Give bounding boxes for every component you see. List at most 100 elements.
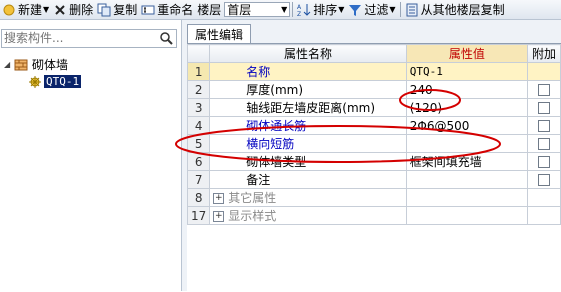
search-icon[interactable] [159,31,174,46]
tab-property-edit[interactable]: 属性编辑 [187,24,251,43]
floor-label: 楼层 [197,3,222,17]
sort-label: 排序 [313,3,338,17]
copy-floor-icon [405,3,419,17]
row-value [405,188,529,207]
property-grid: 属性名称 属性值 附加 1 名称 QTQ-1 2 厚度(mm) 240 3 轴线… [186,43,561,292]
row-value[interactable]: 240 [405,80,529,99]
delete-icon [53,3,67,17]
table-row[interactable]: 7 备注 [186,170,561,189]
wall-icon [14,58,28,72]
floor-select[interactable]: 首层 ▼ [224,2,291,17]
copy-button[interactable]: 复制 [95,0,139,19]
row-name: 砌体通长筋 [209,116,407,135]
component-panel: ◢ 砌体墙 QTQ-1 [0,20,182,291]
row-name: 横向短筋 [209,134,407,153]
floor-value: 首层 [227,3,252,17]
row-value [405,206,529,225]
tree-collapse-icon[interactable]: ◢ [4,60,14,69]
row-value[interactable]: 框架间填充墙 [405,152,529,171]
filter-label: 过滤 [364,3,389,17]
new-label: 新建 [18,3,43,17]
row-number: 7 [186,170,211,189]
row-extra [527,188,561,207]
row-name: 备注 [209,170,407,189]
extra-checkbox[interactable] [538,156,550,168]
chevron-down-icon: ▼ [281,5,288,14]
row-value[interactable]: (120) [405,98,529,117]
extra-checkbox[interactable] [538,138,550,150]
property-panel: 属性编辑 属性名称 属性值 附加 1 名称 QTQ-1 2 厚度(mm) 240 [182,20,561,292]
row-number: 5 [186,134,211,153]
extra-checkbox[interactable] [538,120,550,132]
row-name-group: + 显示样式 [209,206,407,225]
extra-checkbox[interactable] [538,174,550,186]
row-number: 1 [186,62,211,81]
row-value[interactable] [405,134,529,153]
new-icon [2,3,16,17]
table-row[interactable]: 1 名称 QTQ-1 [186,62,561,81]
table-row[interactable]: 2 厚度(mm) 240 [186,80,561,99]
header-extra: 附加 [527,44,561,63]
row-number: 4 [186,116,211,135]
toolbar: 新建 ▼ 删除 复制 重命名 楼层 首层 ▼ AZ 排序 ▼ 过滤 ▼ 从其他楼… [0,0,561,20]
expand-icon[interactable]: + [213,211,225,222]
row-number: 2 [186,80,211,99]
search-input[interactable] [2,30,156,46]
row-extra [527,152,561,171]
row-number: 8 [186,188,211,207]
tree-node-masonry-wall[interactable]: ◢ 砌体墙 [4,56,81,73]
row-extra [527,206,561,225]
svg-text:A: A [297,4,302,11]
component-tree: ◢ 砌体墙 QTQ-1 [4,56,82,90]
row-extra [527,170,561,189]
search-box [1,29,177,48]
row-value[interactable]: 2Φ6@500 [405,116,529,135]
row-extra [527,116,561,135]
sort-dropdown-icon: ▼ [338,5,345,14]
tab-label: 属性编辑 [194,27,243,42]
table-row[interactable]: 6 砌体墙类型 框架间填充墙 [186,152,561,171]
table-row[interactable]: 4 砌体通长筋 2Φ6@500 [186,116,561,135]
table-row[interactable]: 5 横向短筋 [186,134,561,153]
rename-icon [141,3,155,17]
new-button[interactable]: 新建 ▼ [0,0,51,19]
row-number: 17 [186,206,211,225]
table-header-row: 属性名称 属性值 附加 [186,44,561,63]
copy-from-label: 从其他楼层复制 [420,3,505,17]
toolbar-separator [292,2,294,17]
row-extra [527,134,561,153]
extra-checkbox[interactable] [538,102,550,114]
row-name: 其它属性 [228,191,277,205]
tree-node-qtq1[interactable]: QTQ-1 [4,73,82,90]
extra-checkbox[interactable] [538,84,550,96]
row-number: 6 [186,152,211,171]
sort-button[interactable]: AZ 排序 ▼ [295,0,346,19]
delete-button[interactable]: 删除 [51,0,95,19]
table-row[interactable]: 17 + 显示样式 [186,206,561,225]
table-row[interactable]: 8 + 其它属性 [186,188,561,207]
table-row[interactable]: 3 轴线距左墙皮距离(mm) (120) [186,98,561,117]
row-value[interactable]: QTQ-1 [405,62,529,81]
header-num [186,44,211,63]
row-name-group: + 其它属性 [209,188,407,207]
row-number: 3 [186,98,211,117]
property-table: 属性名称 属性值 附加 1 名称 QTQ-1 2 厚度(mm) 240 3 轴线… [186,44,561,225]
row-extra [527,80,561,99]
filter-button[interactable]: 过滤 ▼ [346,0,397,19]
copy-from-other-floor-button[interactable]: 从其他楼层复制 [403,0,507,19]
component-icon [28,75,42,89]
rename-button[interactable]: 重命名 [139,0,195,19]
copy-icon [97,3,111,17]
tree-child-label: QTQ-1 [44,75,82,88]
header-name: 属性名称 [209,44,407,63]
header-value: 属性值 [405,44,529,63]
row-value[interactable] [405,170,529,189]
new-dropdown-icon: ▼ [43,5,50,14]
sort-icon: AZ [297,3,311,18]
row-name: 厚度(mm) [209,80,407,99]
filter-dropdown-icon: ▼ [389,5,396,14]
row-name: 显示样式 [228,209,277,223]
expand-icon[interactable]: + [213,193,225,204]
toolbar-separator [399,2,401,17]
rename-label: 重命名 [157,3,194,17]
